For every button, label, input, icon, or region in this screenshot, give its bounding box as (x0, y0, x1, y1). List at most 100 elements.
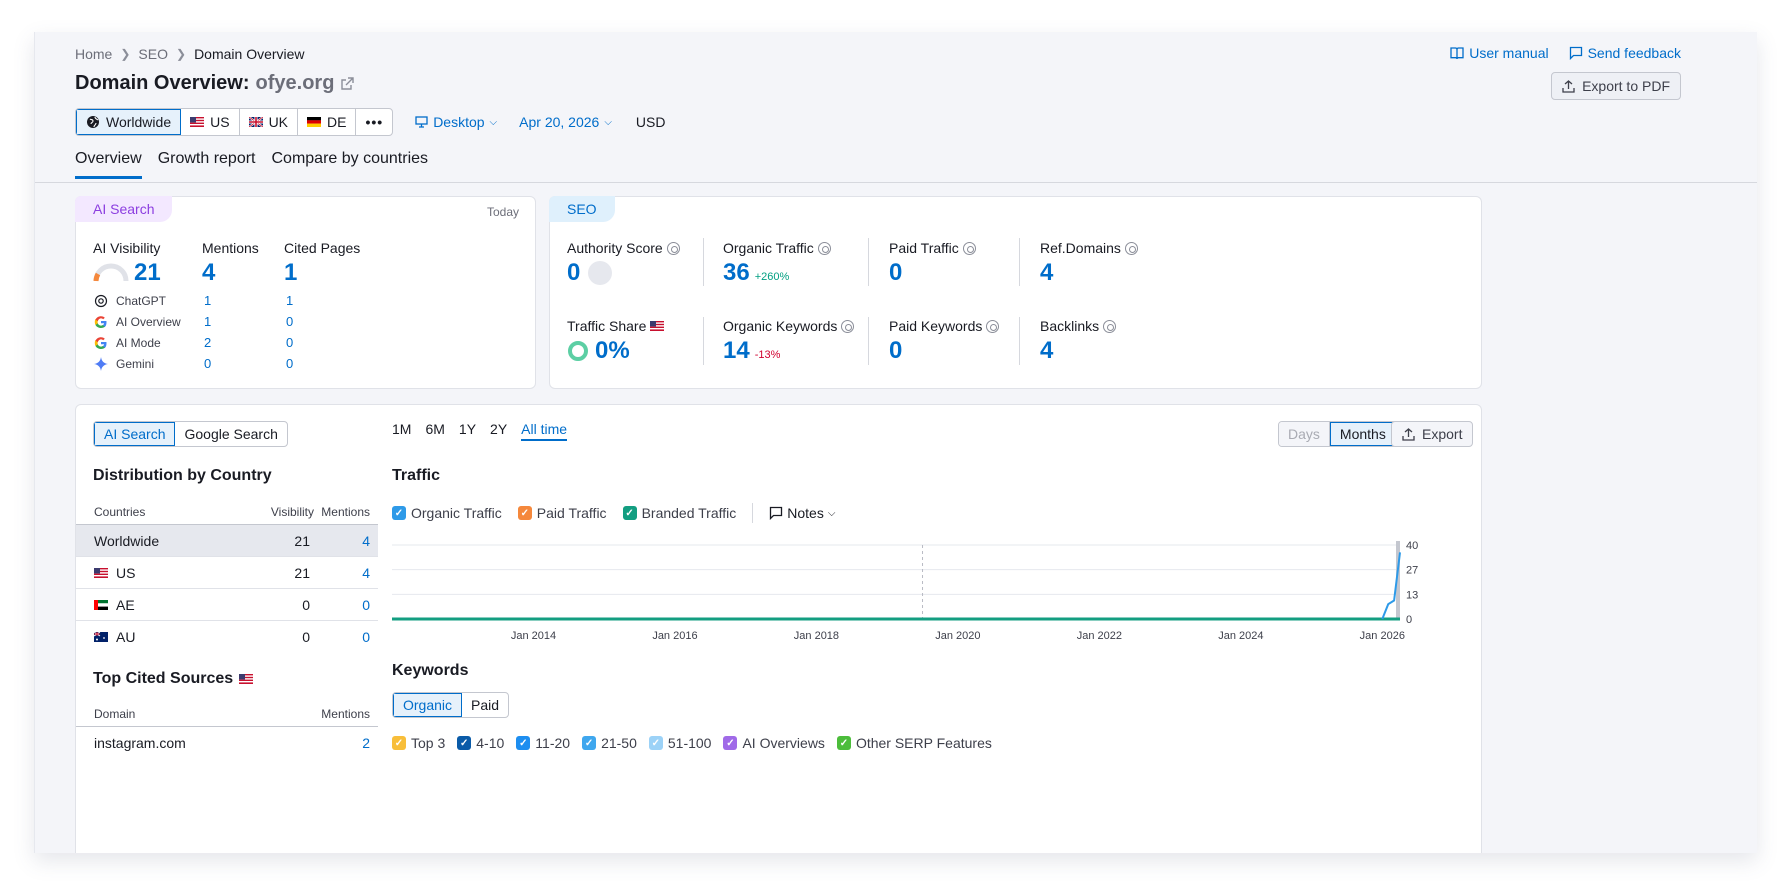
breadcrumb-seo[interactable]: SEO (138, 46, 168, 62)
currency-label: USD (635, 114, 666, 130)
ai-overview-cited[interactable]: 0 (286, 314, 293, 329)
us-flag-icon (239, 674, 254, 684)
source-row-ai-overview: AI Overview 1 0 (94, 314, 293, 329)
legend-branded-traffic[interactable]: ✓ Branded Traffic (622, 505, 736, 521)
traffic-share-label: Traffic Share (567, 318, 665, 334)
backlinks-value[interactable]: 4 (1040, 337, 1053, 365)
more-regions-button[interactable]: ••• (356, 109, 392, 135)
toggle-google-search[interactable]: Google Search (175, 422, 286, 446)
paid-traffic-label: Paid Traffic (889, 240, 976, 256)
keywords-title: Keywords (392, 662, 469, 679)
legend-organic-traffic[interactable]: ✓ Organic Traffic (392, 505, 502, 521)
cited-pages-value[interactable]: 1 (284, 259, 297, 287)
legend-paid-traffic[interactable]: ✓ Paid Traffic (517, 505, 607, 521)
distribution-title: Distribution by Country (93, 467, 272, 484)
export-button[interactable]: Export (1391, 421, 1474, 447)
info-icon[interactable] (666, 241, 680, 255)
user-manual-link[interactable]: User manual (1450, 45, 1549, 61)
tab-overview[interactable]: Overview (75, 150, 142, 179)
toggle-ai-search[interactable]: AI Search (94, 422, 176, 446)
info-icon[interactable] (1124, 241, 1138, 255)
period-2y[interactable]: 2Y (490, 421, 507, 441)
note-icon (770, 506, 783, 520)
backlinks-label: Backlinks (1040, 318, 1117, 334)
notes-dropdown[interactable]: Notes ⌵ (769, 505, 835, 521)
chatgpt-mentions[interactable]: 1 (204, 293, 286, 308)
info-icon[interactable] (1103, 319, 1117, 333)
legend-ai-overviews[interactable]: ✓ AI Overviews (723, 735, 825, 751)
paid-keywords-value[interactable]: 0 (889, 337, 902, 365)
region-worldwide[interactable]: Worldwide (76, 109, 182, 135)
traffic-share[interactable]: 0% (567, 337, 630, 365)
info-icon[interactable] (962, 241, 976, 255)
traffic-chart: 40 27 13 0 Jan 2014 Jan 2016 Jan 2018 Jan 2020 J… (392, 540, 1418, 642)
checkbox-checked-icon: ✓ (392, 736, 406, 750)
ai-visibility-value[interactable]: 21 (134, 259, 161, 287)
ai-search-pill: AI Search (75, 196, 173, 222)
toggle-organic[interactable]: Organic (393, 693, 463, 717)
ai-mode-cited[interactable]: 0 (286, 335, 293, 350)
chevron-down-icon: ⌵ (604, 116, 612, 128)
legend-4-10[interactable]: ✓ 4-10 (457, 735, 504, 751)
period-6m[interactable]: 6M (425, 421, 444, 441)
chatgpt-icon (94, 294, 108, 307)
days-button[interactable]: Days (1279, 422, 1330, 446)
legend-51-100[interactable]: ✓ 51-100 (648, 735, 711, 751)
breadcrumb-home[interactable]: Home (75, 46, 112, 62)
authority-circle-icon (588, 261, 613, 285)
x-tick-label: Jan 2024 (1218, 630, 1263, 642)
send-feedback-link[interactable]: Send feedback (1569, 45, 1681, 61)
breadcrumb-current: Domain Overview (194, 46, 305, 62)
organic-traffic[interactable]: 36 +260% (723, 259, 789, 287)
table-row[interactable]: US 21 4 (76, 557, 378, 589)
upload-icon (1562, 79, 1575, 93)
toggle-paid[interactable]: Paid (462, 693, 508, 717)
gemini-mentions[interactable]: 0 (204, 356, 286, 371)
x-tick-label: Jan 2020 (935, 630, 980, 642)
period-all-time[interactable]: All time (521, 421, 568, 441)
ref-domains-label: Ref.Domains (1040, 240, 1138, 256)
tab-compare-by-countries[interactable]: Compare by countries (272, 150, 429, 179)
table-row[interactable]: Worldwide 21 4 (76, 525, 378, 557)
external-link-icon[interactable] (340, 76, 355, 91)
legend-other-serp-features[interactable]: ✓ Other SERP Features (836, 735, 992, 751)
paid-traffic-value[interactable]: 0 (889, 259, 902, 287)
chevron-right-icon: ❯ (120, 47, 131, 61)
legend-top-3[interactable]: ✓ Top 3 (392, 735, 445, 751)
info-icon[interactable] (841, 319, 855, 333)
mentions-value[interactable]: 4 (202, 259, 215, 287)
organic-keywords[interactable]: 14 -13% (723, 337, 780, 365)
date-dropdown[interactable]: Apr 20, 2026 ⌵ (519, 114, 612, 130)
divider (703, 317, 704, 365)
table-row[interactable]: instagram.com 2 (76, 727, 378, 759)
region-uk[interactable]: UK (240, 109, 299, 135)
google-icon (94, 315, 107, 328)
export-pdf-button[interactable]: Export to PDF (1551, 72, 1681, 100)
legend-21-50[interactable]: ✓ 21-50 (582, 735, 637, 751)
chatgpt-cited[interactable]: 1 (286, 293, 293, 308)
authority-score[interactable]: 0 (567, 259, 613, 287)
domain-name[interactable]: ofye.org (256, 72, 335, 95)
x-tick-label: Jan 2014 (511, 630, 556, 642)
months-button[interactable]: Months (1329, 422, 1396, 446)
table-row[interactable]: AU 0 0 (76, 621, 378, 653)
ref-domains-value[interactable]: 4 (1040, 259, 1053, 287)
filters-bar: Worldwide US UK DE ••• Desktop ⌵ Apr 20,… (75, 108, 665, 136)
region-de[interactable]: DE (298, 109, 357, 135)
y-tick-label: 13 (1406, 589, 1418, 601)
info-icon[interactable] (986, 319, 1000, 333)
table-row[interactable]: AE 0 0 (76, 589, 378, 621)
y-tick-label: 0 (1406, 614, 1412, 626)
ae-flag-icon (94, 599, 108, 610)
ai-mode-mentions[interactable]: 2 (204, 335, 286, 350)
info-icon[interactable] (817, 241, 831, 255)
legend-11-20[interactable]: ✓ 11-20 (516, 735, 570, 751)
tab-growth-report[interactable]: Growth report (158, 150, 256, 179)
gemini-cited[interactable]: 0 (286, 356, 293, 371)
x-tick-label: Jan 2018 (794, 630, 839, 642)
period-1m[interactable]: 1M (392, 421, 411, 441)
period-1y[interactable]: 1Y (459, 421, 476, 441)
device-dropdown[interactable]: Desktop ⌵ (415, 114, 497, 130)
ai-overview-mentions[interactable]: 1 (204, 314, 286, 329)
region-us[interactable]: US (181, 109, 240, 135)
